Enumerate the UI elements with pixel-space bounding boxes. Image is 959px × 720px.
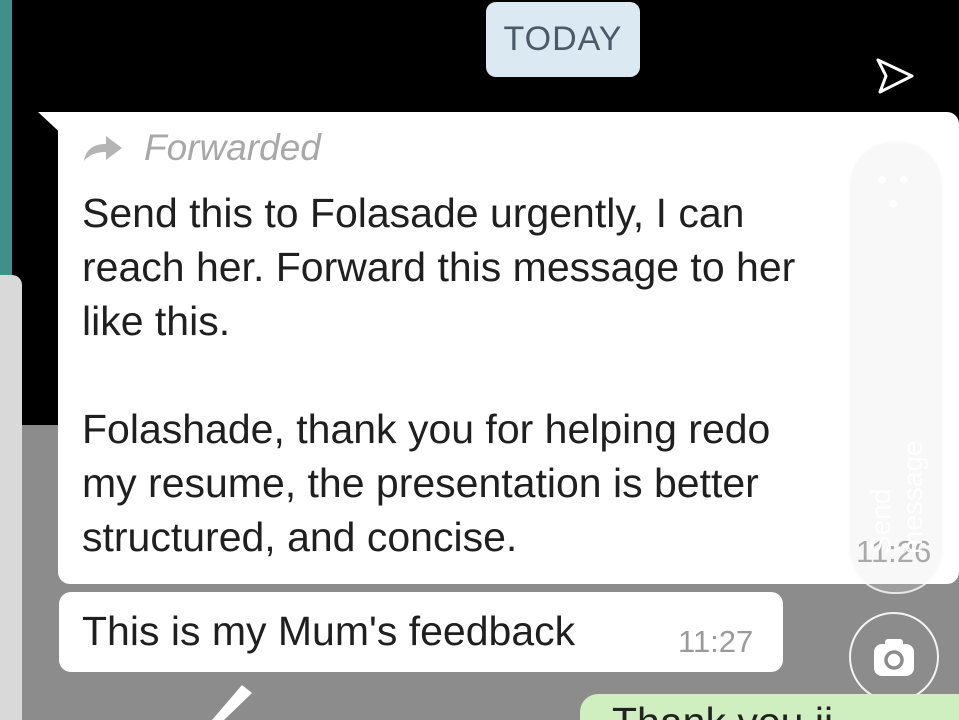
forward-arrow-icon <box>84 136 122 161</box>
send-message-button[interactable]: Send message <box>865 374 928 554</box>
pencil-icon <box>212 685 252 720</box>
forwarded-indicator: Forwarded <box>82 126 321 170</box>
message-text: Send this to Folasade urgently, I can re… <box>82 190 796 560</box>
camera-button[interactable] <box>849 612 939 702</box>
message-text: This is my Mum's feedback <box>82 608 576 654</box>
camera-icon <box>874 639 914 676</box>
more-options-icon[interactable]: • • • <box>873 166 915 218</box>
share-send-icon[interactable] <box>872 54 916 98</box>
message-timestamp: 11:27 <box>678 624 754 659</box>
outgoing-message-text: Thank you ji <box>612 702 932 720</box>
date-chip: TODAY <box>486 2 640 77</box>
forwarded-label: Forwarded <box>144 127 321 168</box>
left-edge-panel <box>0 275 22 720</box>
